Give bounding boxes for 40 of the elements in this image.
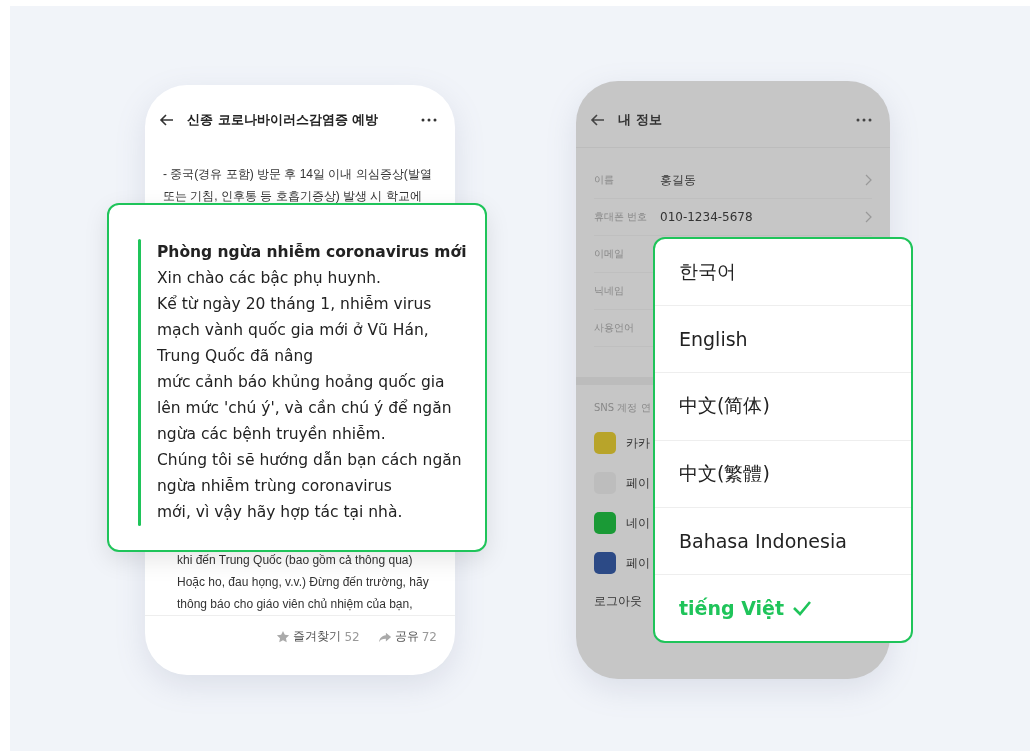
article-text-line: 또는 기침, 인후통 등 호흡기증상) 발생 시 학교에 bbox=[163, 188, 423, 205]
article-text-line: - 중국(경유 포함) 방문 후 14일 이내 의심증상(발열 bbox=[163, 166, 433, 183]
language-option[interactable]: English bbox=[655, 306, 911, 374]
article-text-line: khi đến Trung Quốc (bao gồm cả thông qua) bbox=[177, 552, 414, 569]
service-logo-icon bbox=[594, 552, 616, 574]
article-text-line: thông báo cho giáo viên chủ nhiệm của bạn, bbox=[177, 596, 414, 613]
back-arrow-icon[interactable] bbox=[159, 112, 175, 128]
checkmark-icon bbox=[792, 599, 813, 616]
translation-text-line: Kể từ ngày 20 tháng 1, nhiễm virus bbox=[157, 294, 433, 315]
share-button[interactable]: 공유 72 bbox=[377, 628, 437, 645]
service-logo-icon bbox=[594, 432, 616, 454]
translation-text-line: ngừa nhiễm trùng coronavirus bbox=[157, 476, 393, 497]
article-text-line: Hoặc ho, đau họng, v.v.) Đừng đến trường, hãy bbox=[177, 574, 430, 591]
language-option[interactable]: Bahasa Indonesia bbox=[655, 507, 911, 575]
more-icon[interactable] bbox=[421, 118, 437, 122]
back-arrow-icon[interactable] bbox=[590, 112, 606, 128]
account-name: 페이 bbox=[626, 474, 650, 492]
translation-text-line: lên mức 'chú ý', và cần chú ý để ngăn bbox=[157, 398, 453, 419]
translation-text-line: Xin chào các bậc phụ huynh. bbox=[157, 268, 382, 289]
account-name: 카카 bbox=[626, 434, 650, 452]
field-value: 010-1234-5678 bbox=[660, 210, 754, 224]
language-option[interactable]: 中文(简体) bbox=[655, 373, 911, 441]
translation-text-line: mạch vành quốc gia mới ở Vũ Hán, bbox=[157, 320, 430, 341]
translation-text-line: Trung Quốc đã nâng bbox=[157, 346, 315, 367]
bookmark-button[interactable]: 즐겨찾기 52 bbox=[276, 628, 360, 645]
account-name: 네이 bbox=[626, 514, 650, 532]
translation-text-line: mới, vì vậy hãy hợp tác tại nhà. bbox=[157, 502, 404, 523]
language-option[interactable]: 中文(繁體) bbox=[655, 440, 911, 508]
star-icon bbox=[276, 629, 291, 644]
account-name: 페이 bbox=[626, 554, 650, 572]
translation-text-line: ngừa các bệnh truyền nhiễm. bbox=[157, 424, 387, 445]
translation-heading: Phòng ngừa nhiễm coronavirus mới bbox=[157, 242, 467, 263]
field-value: 홍길동 bbox=[660, 171, 697, 189]
translation-text-line: mức cảnh báo khủng hoảng quốc gia bbox=[157, 372, 446, 393]
translation-text-line: Chúng tôi sẽ hướng dẫn bạn cách ngăn bbox=[157, 450, 463, 471]
screen-title: 내 정보 bbox=[618, 111, 663, 129]
language-option[interactable]: 한국어 bbox=[655, 239, 911, 307]
more-icon[interactable] bbox=[856, 118, 872, 122]
screen-title: 신종 코로나바이러스감염증 예방 bbox=[187, 111, 380, 129]
service-logo-icon bbox=[594, 512, 616, 534]
